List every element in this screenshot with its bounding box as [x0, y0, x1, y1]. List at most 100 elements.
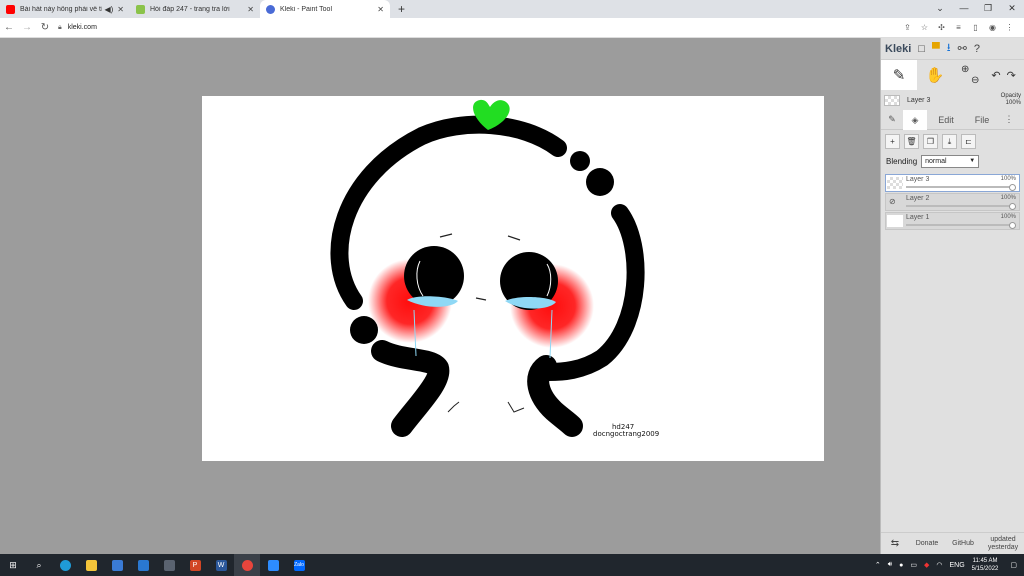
opacity-slider-knob[interactable]	[1009, 203, 1016, 210]
close-icon[interactable]: ✕	[377, 5, 384, 14]
start-icon[interactable]: ⊞	[0, 554, 26, 576]
download-icon[interactable]: ⭳	[947, 39, 951, 58]
help-icon[interactable]: ?	[974, 43, 980, 55]
search-icon[interactable]: ⌕	[26, 554, 52, 576]
new-file-icon[interactable]: □	[918, 43, 925, 55]
share-icon[interactable]: ⇪	[899, 23, 916, 32]
mic-icon[interactable]: ●	[899, 562, 903, 569]
tab-edit[interactable]: Edit	[927, 115, 965, 125]
windows-taskbar: ⊞ ⌕ P W Zalo ⌃ 🔊︎ ● ▭ ◆ ◠ ENG 11:45 AM 5…	[0, 554, 1024, 576]
duplicate-layer-icon[interactable]: ❐	[923, 134, 938, 149]
edge-icon[interactable]	[52, 554, 78, 576]
lock-icon[interactable]: 🔒︎	[58, 24, 62, 32]
restore-icon[interactable]: ❐	[976, 0, 1000, 18]
media-icon[interactable]: ≡	[950, 23, 967, 32]
powerpoint-icon[interactable]: P	[182, 554, 208, 576]
layer-thumbnail	[887, 177, 903, 189]
volume-icon[interactable]: 🔊︎	[888, 561, 892, 569]
browser-tab-strip: Bài hát này hông phải về tình ◀) ✕ Hỏi đ…	[0, 0, 1024, 18]
kleki-logo[interactable]: Kleki	[885, 43, 911, 55]
wifi-icon[interactable]: ◠	[936, 561, 942, 569]
drawing-canvas[interactable]: hd247 docngoctrang2009	[202, 96, 824, 461]
file-explorer-icon[interactable]	[78, 554, 104, 576]
github-link[interactable]: GitHub	[945, 540, 981, 547]
left-leg	[371, 340, 450, 437]
swap-side-icon[interactable]: ⇆	[881, 538, 909, 549]
store-icon[interactable]	[104, 554, 130, 576]
merge-layer-icon[interactable]: ⤓	[942, 134, 957, 149]
brush-tool-icon[interactable]: ✎	[881, 60, 917, 90]
notification-icon[interactable]: ▢	[1010, 561, 1017, 569]
layer-thumbnail	[884, 94, 900, 106]
chevron-up-icon[interactable]: ⌃	[875, 561, 881, 569]
layer-opacity: 100%	[1000, 195, 1016, 201]
canvas-workspace[interactable]: hd247 docngoctrang2009	[0, 38, 880, 554]
hoidap-icon	[136, 4, 145, 14]
layer-item[interactable]: Layer 1 100%	[885, 212, 1020, 230]
star-icon[interactable]: ☆	[916, 23, 933, 32]
blending-select[interactable]: normal ▼	[921, 155, 980, 168]
antivirus-icon[interactable]: ◆	[924, 561, 929, 569]
tab-brush-icon[interactable]: ✎	[881, 114, 903, 125]
opacity-slider[interactable]	[906, 186, 1015, 188]
reload-icon[interactable]: ↻	[36, 22, 54, 33]
zoom-out-icon[interactable]: ⊖	[971, 75, 979, 86]
opacity-slider-knob[interactable]	[1009, 222, 1016, 229]
undo-icon[interactable]: ↶	[991, 69, 1000, 82]
chevron-down-icon[interactable]: ⌄	[928, 0, 952, 18]
language-indicator[interactable]: ENG	[950, 562, 965, 569]
tab-kleki[interactable]: Kleki - Paint Tool ✕	[260, 0, 390, 18]
profile-icon[interactable]: ◉	[984, 23, 1001, 32]
hidden-eye-icon[interactable]: ⊘	[889, 197, 896, 206]
dot-3	[350, 316, 378, 344]
updated-note[interactable]: updated yesterday	[981, 536, 1024, 552]
save-icon[interactable]: ▀	[932, 43, 940, 55]
kleki-side-panel: Kleki □ ▀ ⭳ ⚯ ? ✎ ✋ ⊕ ⊖ ↶ ↷ Layer 3 Opac…	[880, 38, 1024, 554]
minimize-icon[interactable]: —	[952, 0, 976, 18]
word-icon[interactable]: W	[208, 554, 234, 576]
blending-row: Blending normal ▼	[881, 153, 1024, 170]
battery-icon[interactable]: ▭	[910, 561, 917, 569]
sidepanel-icon[interactable]: ▯	[967, 23, 984, 32]
layer-item[interactable]: ⊘ Layer 2 100%	[885, 193, 1020, 211]
zoom-in-icon[interactable]: ⊕	[961, 64, 979, 75]
opacity-slider-knob[interactable]	[1009, 184, 1016, 191]
forward-icon[interactable]: →	[18, 22, 36, 33]
window-controls: ⌄ — ❐ ✕	[928, 0, 1024, 18]
brand-bar: Kleki □ ▀ ⭳ ⚯ ?	[881, 38, 1024, 60]
chrome-icon[interactable]	[234, 554, 260, 576]
new-tab-button[interactable]: +	[390, 0, 413, 18]
more-icon[interactable]: ⋮	[999, 114, 1019, 125]
tab-hoidap[interactable]: Hỏi đáp 247 - trang tra lời ✕	[130, 0, 260, 18]
opacity-slider[interactable]	[906, 205, 1015, 207]
rename-layer-icon[interactable]: ⊏	[961, 134, 976, 149]
address-bar[interactable]: 🔒︎ kleki.com	[58, 21, 899, 35]
back-icon[interactable]: ←	[0, 22, 18, 33]
redo-icon[interactable]: ↷	[1007, 69, 1016, 82]
tab-layers-icon[interactable]: ◈	[903, 109, 927, 130]
zoom-icon[interactable]	[260, 554, 286, 576]
close-icon[interactable]: ✕	[117, 5, 124, 14]
menu-icon[interactable]: ⋮	[1001, 23, 1018, 32]
share-icon[interactable]: ⚯	[958, 42, 967, 55]
tab-youtube[interactable]: Bài hát này hông phải về tình ◀) ✕	[0, 0, 130, 18]
tab-title: Bài hát này hông phải về tình	[20, 5, 103, 13]
puzzle-icon[interactable]: ✣	[933, 23, 950, 32]
system-tray: ⌃ 🔊︎ ● ▭ ◆ ◠ ENG 11:45 AM 5/15/2022 ▢	[875, 557, 1024, 573]
mail-icon[interactable]	[130, 554, 156, 576]
layer-item[interactable]: Layer 3 100%	[885, 174, 1020, 192]
clock[interactable]: 11:45 AM 5/15/2022	[972, 557, 999, 573]
donate-link[interactable]: Donate	[909, 540, 945, 547]
chevron-down-icon: ▼	[969, 158, 976, 164]
zalo-icon[interactable]: Zalo	[286, 554, 312, 576]
close-icon[interactable]: ✕	[247, 5, 254, 14]
close-window-icon[interactable]: ✕	[1000, 0, 1024, 18]
current-layer-info: Layer 3 Opacity 100%	[881, 90, 1024, 110]
hand-tool-icon[interactable]: ✋	[917, 60, 953, 90]
speaker-icon[interactable]: ◀)	[104, 5, 113, 14]
add-layer-icon[interactable]: +	[885, 134, 900, 149]
camera-icon[interactable]	[156, 554, 182, 576]
tab-file[interactable]: File	[965, 115, 999, 125]
opacity-slider[interactable]	[906, 224, 1015, 226]
delete-layer-icon[interactable]: 🗑︎	[904, 134, 919, 149]
